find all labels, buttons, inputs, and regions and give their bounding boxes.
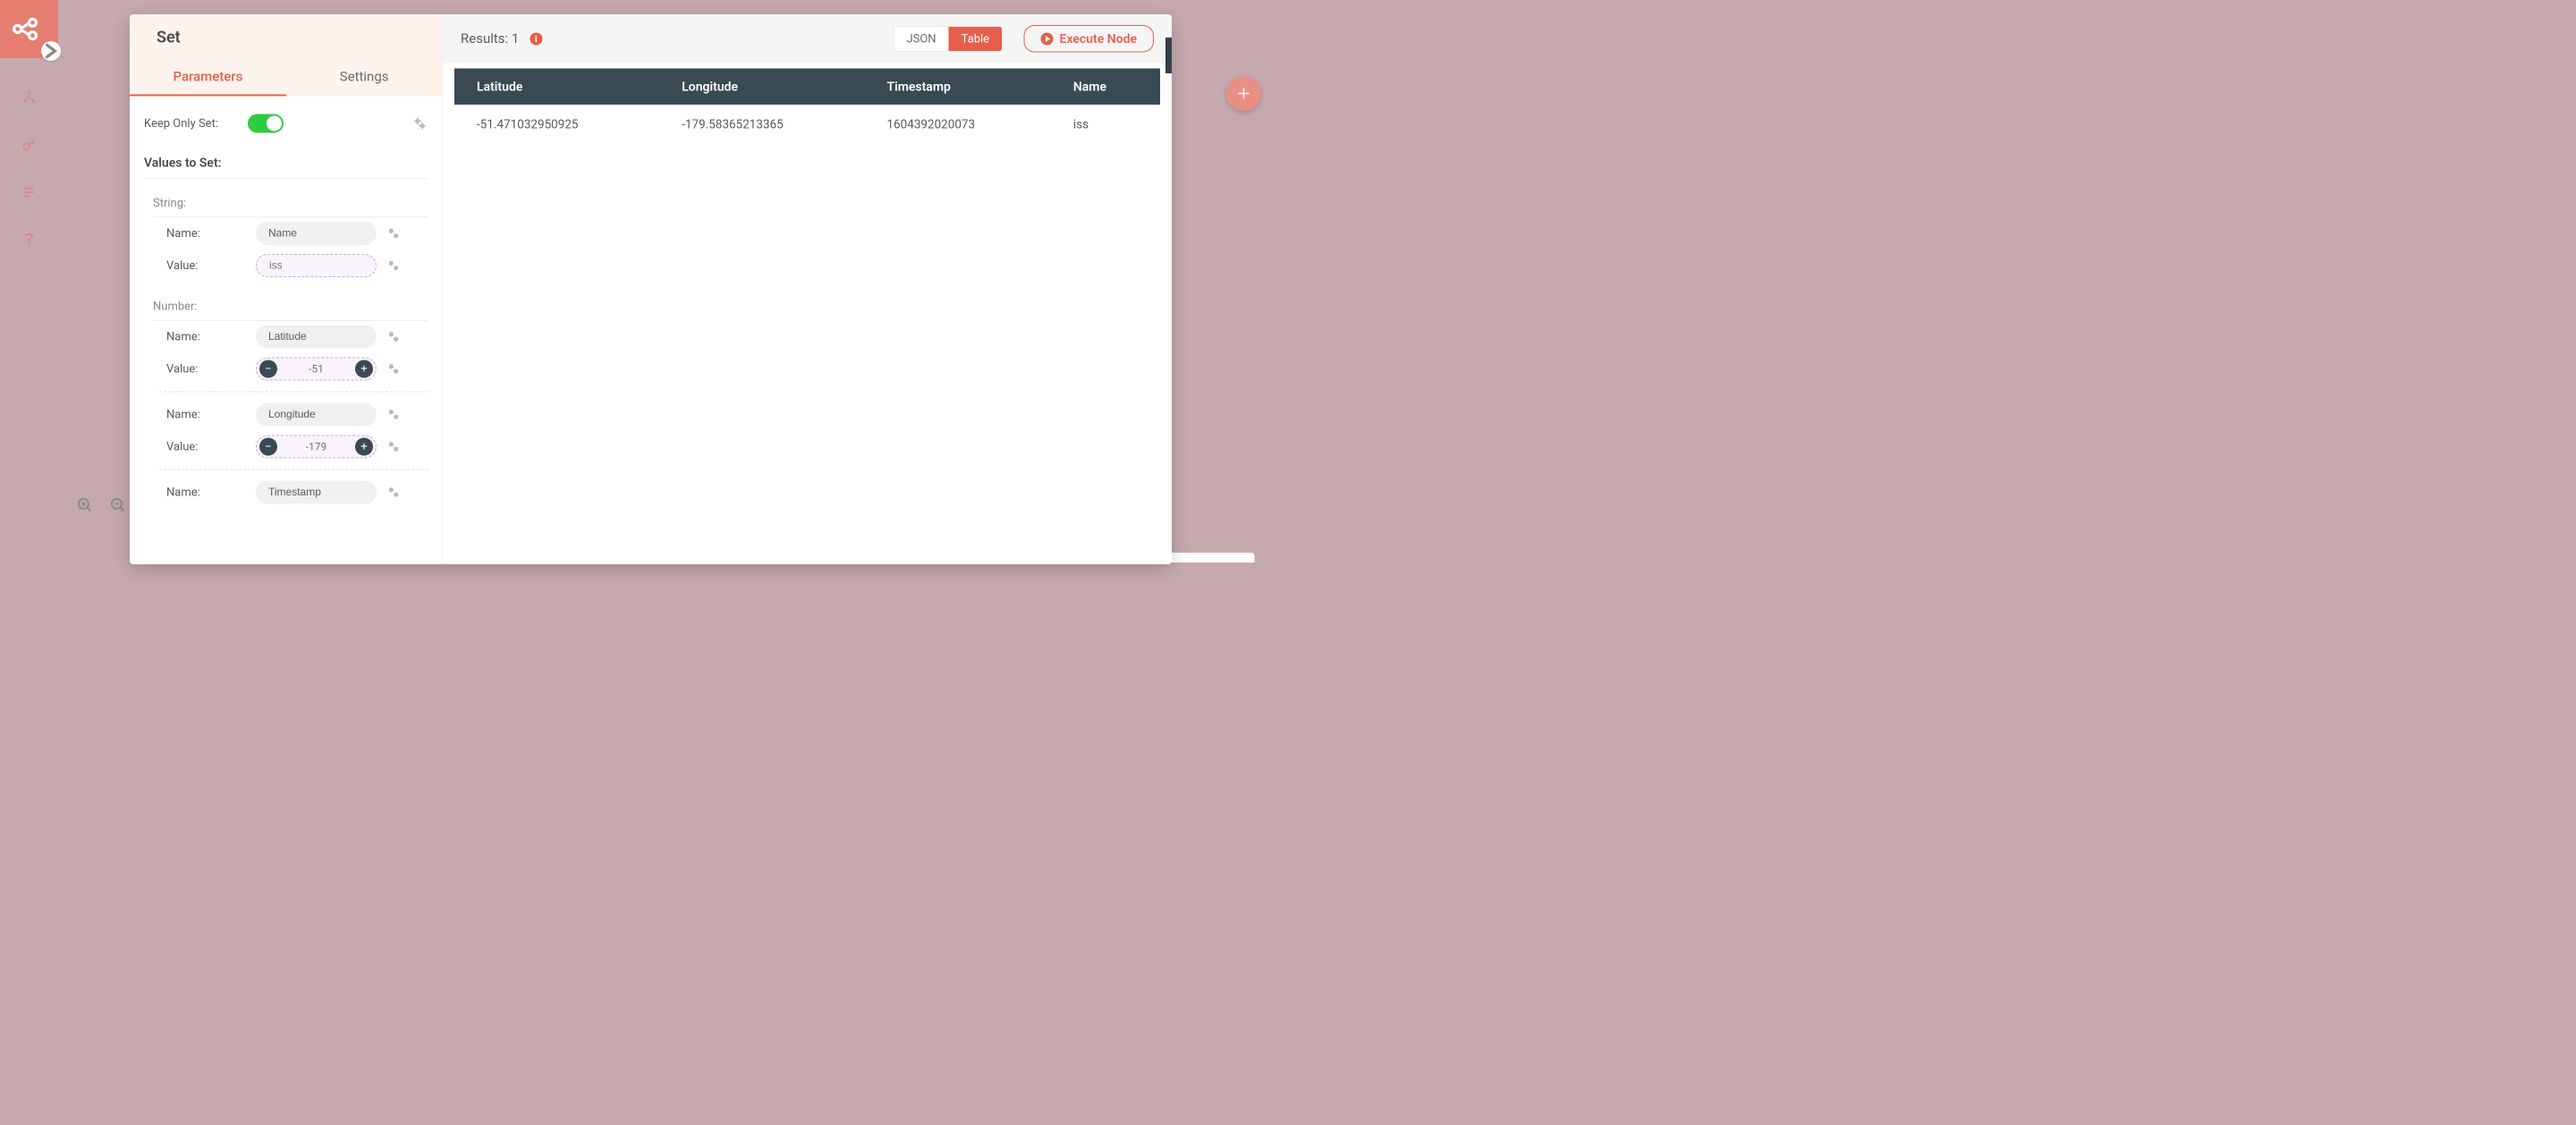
values-to-set-label: Values to Set: xyxy=(144,156,428,179)
play-icon xyxy=(1041,32,1054,45)
zoom-controls xyxy=(72,493,131,518)
string-section-label: String: xyxy=(153,197,428,218)
zoom-out-button[interactable] xyxy=(106,493,131,518)
panel-tabs: Parameters Settings xyxy=(130,59,443,97)
gear-icon[interactable] xyxy=(386,407,402,423)
stepper-value: -51 xyxy=(309,363,324,376)
number-name-input[interactable] xyxy=(256,481,377,504)
node-edit-modal: Set Parameters Settings Keep Only Set: V… xyxy=(130,14,1172,564)
results-table: Latitude Longitude Timestamp Name -51.47… xyxy=(454,69,1160,145)
panel-header: Set Parameters Settings xyxy=(130,14,443,97)
info-icon[interactable]: i xyxy=(530,32,542,45)
execute-label: Execute Node xyxy=(1060,31,1137,47)
execute-node-button[interactable]: Execute Node xyxy=(1024,25,1154,53)
table-header-row: Latitude Longitude Timestamp Name xyxy=(454,69,1160,106)
number-value-stepper[interactable]: − -51 + xyxy=(256,358,377,381)
number-name-row: Name: xyxy=(144,399,428,431)
divider xyxy=(159,469,428,470)
cell-name: iss xyxy=(1051,105,1160,144)
workflow-icon[interactable] xyxy=(21,89,38,106)
decrement-button[interactable]: − xyxy=(259,438,277,456)
keep-only-set-toggle[interactable] xyxy=(248,114,284,133)
field-label: Value: xyxy=(166,259,247,273)
results-panel: Results: 1 i JSON Table Execute Node Lat… xyxy=(443,14,1172,564)
view-table-button[interactable]: Table xyxy=(949,27,1002,51)
view-json-button[interactable]: JSON xyxy=(894,27,948,51)
string-value-row: Value: xyxy=(144,250,428,282)
tab-settings[interactable]: Settings xyxy=(286,59,443,97)
help-icon[interactable]: ? xyxy=(21,232,38,248)
cell-latitude: -51.471032950925 xyxy=(454,105,659,144)
results-bar: Results: 1 i JSON Table Execute Node xyxy=(443,14,1172,63)
col-timestamp: Timestamp xyxy=(864,69,1050,106)
increment-button[interactable]: + xyxy=(355,360,373,378)
number-name-row: Name: xyxy=(144,477,428,509)
gear-icon[interactable] xyxy=(412,115,428,131)
field-label: Value: xyxy=(166,362,247,376)
gear-icon[interactable] xyxy=(386,361,402,377)
increment-button[interactable]: + xyxy=(355,438,373,456)
divider xyxy=(159,392,428,393)
gear-icon[interactable] xyxy=(386,258,402,274)
col-name: Name xyxy=(1051,69,1160,106)
add-node-button[interactable] xyxy=(1226,76,1261,111)
close-button[interactable] xyxy=(1165,38,1172,73)
string-name-input[interactable] xyxy=(256,222,377,245)
number-name-row: Name: xyxy=(144,321,428,353)
expand-sidebar-button[interactable] xyxy=(41,41,61,61)
number-value-stepper[interactable]: − -179 + xyxy=(256,436,377,459)
string-value-input[interactable] xyxy=(256,254,377,277)
executions-icon[interactable] xyxy=(21,184,38,200)
parameters-panel: Set Parameters Settings Keep Only Set: V… xyxy=(130,14,443,564)
number-section-label: Number: xyxy=(153,300,428,321)
node-title: Set xyxy=(130,28,443,59)
field-label: Value: xyxy=(166,440,247,453)
number-name-input[interactable] xyxy=(256,326,377,349)
field-label: Name: xyxy=(166,486,247,499)
gear-icon[interactable] xyxy=(386,485,402,501)
number-value-row: Value: − -51 + xyxy=(144,353,428,385)
field-label: Name: xyxy=(166,408,247,421)
field-label: Name: xyxy=(166,330,247,343)
stepper-value: -179 xyxy=(306,441,327,453)
zoom-in-button[interactable] xyxy=(72,493,97,518)
cell-longitude: -179.58365213365 xyxy=(659,105,864,144)
decrement-button[interactable]: − xyxy=(259,360,277,378)
number-value-row: Value: − -179 + xyxy=(144,431,428,463)
app-logo[interactable] xyxy=(0,0,58,58)
gear-icon[interactable] xyxy=(386,439,402,455)
credentials-icon[interactable] xyxy=(21,137,38,153)
table-row: -51.471032950925 -179.58365213365 160439… xyxy=(454,105,1160,144)
left-rail: ? xyxy=(0,0,58,562)
gear-icon[interactable] xyxy=(386,329,402,345)
col-longitude: Longitude xyxy=(659,69,864,106)
col-latitude: Latitude xyxy=(454,69,659,106)
keep-only-set-row: Keep Only Set: xyxy=(144,110,428,138)
params-body: Keep Only Set: Values to Set: String: Na… xyxy=(130,97,443,565)
keep-only-set-label: Keep Only Set: xyxy=(144,117,218,131)
field-label: Name: xyxy=(166,227,247,241)
gear-icon[interactable] xyxy=(386,225,402,241)
cell-timestamp: 1604392020073 xyxy=(864,105,1050,144)
tab-parameters[interactable]: Parameters xyxy=(130,59,286,97)
svg-text:?: ? xyxy=(25,231,33,249)
view-toggle: JSON Table xyxy=(894,26,1003,51)
string-name-row: Name: xyxy=(144,217,428,250)
number-name-input[interactable] xyxy=(256,403,377,427)
results-count: Results: 1 xyxy=(461,31,519,47)
